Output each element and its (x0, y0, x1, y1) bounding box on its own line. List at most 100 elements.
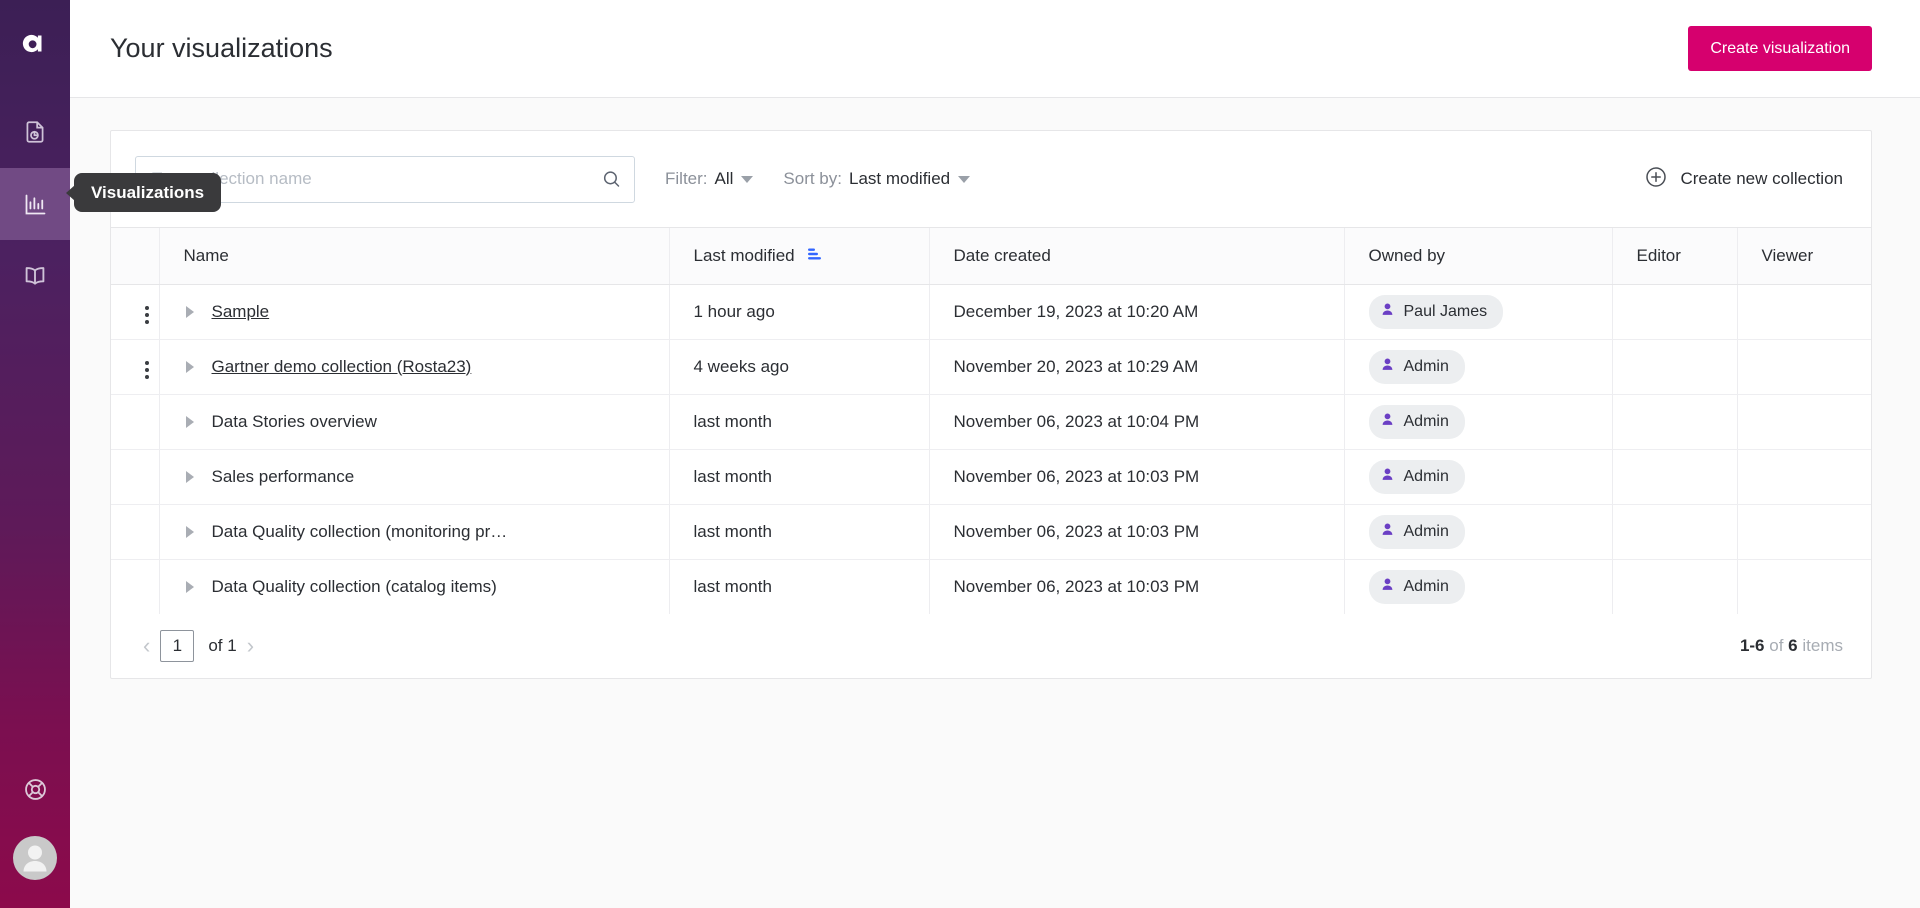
name-cell-inner: Data Quality collection (monitoring pr… (184, 522, 669, 542)
items-count: 1-6 of 6 items (1740, 636, 1843, 656)
row-actions-cell (111, 504, 159, 559)
sort-last-modified[interactable]: Last modified (694, 246, 822, 266)
row-owner-cell: Admin (1344, 559, 1612, 614)
row-name-cell: Data Quality collection (catalog items) (159, 559, 669, 614)
expand-row-icon[interactable] (186, 306, 194, 318)
row-menu-icon[interactable] (141, 357, 153, 383)
create-new-collection-button[interactable]: Create new collection (1644, 165, 1843, 194)
avatar[interactable] (13, 836, 57, 880)
header-date-created[interactable]: Date created (929, 228, 1344, 284)
table-row[interactable]: Data Quality collection (monitoring pr…l… (111, 504, 1871, 559)
sidebar-item-visualizations[interactable] (0, 168, 70, 240)
owner-chip[interactable]: Admin (1369, 570, 1465, 604)
expand-row-icon[interactable] (186, 361, 194, 373)
row-viewer (1737, 449, 1871, 504)
owner-chip[interactable]: Paul James (1369, 295, 1504, 329)
row-viewer (1737, 339, 1871, 394)
chevron-left-icon[interactable]: ‹ (133, 635, 160, 657)
items-range: 1-6 (1740, 636, 1765, 655)
expand-row-icon[interactable] (186, 581, 194, 593)
collections-card: Filter: All Sort by: Last modified (110, 130, 1872, 679)
sidebar-item-catalog[interactable] (0, 240, 70, 312)
row-menu-icon[interactable] (141, 302, 153, 328)
row-actions-cell (111, 339, 159, 394)
row-owner-cell: Admin (1344, 394, 1612, 449)
name-cell-inner: Gartner demo collection (Rosta23) (184, 357, 669, 377)
row-date-created: November 20, 2023 at 10:29 AM (929, 339, 1344, 394)
table-row[interactable]: Gartner demo collection (Rosta23)4 weeks… (111, 339, 1871, 394)
row-name[interactable]: Sales performance (212, 467, 355, 487)
chevron-down-icon (958, 176, 970, 183)
expand-row-icon[interactable] (186, 416, 194, 428)
content-area: Filter: All Sort by: Last modified (70, 98, 1920, 679)
table-row[interactable]: Data Stories overviewlast monthNovember … (111, 394, 1871, 449)
row-name[interactable]: Data Quality collection (monitoring pr… (212, 522, 508, 542)
row-date-created: November 06, 2023 at 10:04 PM (929, 394, 1344, 449)
table-header-row: Name Last modified (111, 228, 1871, 284)
owner-name: Admin (1404, 468, 1449, 486)
sidebar-item-documents[interactable] (0, 96, 70, 168)
row-name-cell: Data Stories overview (159, 394, 669, 449)
sidebar-item-help[interactable] (0, 756, 70, 828)
row-name[interactable]: Sample (212, 302, 270, 322)
row-name[interactable]: Gartner demo collection (Rosta23) (212, 357, 472, 377)
items-of-word: of (1769, 636, 1783, 655)
row-editor (1612, 559, 1737, 614)
row-date-created: November 06, 2023 at 10:03 PM (929, 559, 1344, 614)
create-visualization-button[interactable]: Create visualization (1688, 26, 1872, 72)
app-logo[interactable] (0, 0, 70, 86)
table-row[interactable]: Data Quality collection (catalog items)l… (111, 559, 1871, 614)
table-body: Sample 1 hour agoDecember 19, 2023 at 10:… (111, 284, 1871, 614)
sidebar-tooltip: Visualizations (74, 173, 221, 212)
header-viewer[interactable]: Viewer (1737, 228, 1871, 284)
filter-label: Filter: (665, 169, 708, 189)
row-date-created: December 19, 2023 at 10:20 AM (929, 284, 1344, 339)
row-editor (1612, 504, 1737, 559)
header-owned-by[interactable]: Owned by (1344, 228, 1612, 284)
header-editor[interactable]: Editor (1612, 228, 1737, 284)
sidebar-nav (0, 96, 70, 312)
row-name[interactable]: Data Stories overview (212, 412, 377, 432)
search-icon[interactable] (601, 169, 622, 190)
expand-row-icon[interactable] (186, 471, 194, 483)
row-editor (1612, 394, 1737, 449)
sort-ascending-icon (805, 246, 822, 266)
name-cell-inner: Sample (184, 302, 669, 322)
row-actions-cell (111, 449, 159, 504)
expand-row-icon[interactable] (186, 526, 194, 538)
owner-chip[interactable]: Admin (1369, 460, 1465, 494)
owner-chip[interactable]: Admin (1369, 350, 1465, 384)
page-number-input[interactable]: 1 (160, 630, 194, 662)
person-icon (1379, 576, 1396, 598)
owner-chip[interactable]: Admin (1369, 515, 1465, 549)
header-actions (111, 228, 159, 284)
row-date-created: November 06, 2023 at 10:03 PM (929, 504, 1344, 559)
row-name[interactable]: Data Quality collection (catalog items) (212, 577, 497, 597)
person-icon (1379, 521, 1396, 543)
row-name-cell: Sales performance (159, 449, 669, 504)
name-cell-inner: Sales performance (184, 467, 669, 487)
book-icon (21, 262, 49, 290)
chevron-right-icon[interactable]: › (237, 635, 264, 657)
header-last-modified[interactable]: Last modified (669, 228, 929, 284)
sidebar: Visualizations (0, 0, 70, 908)
items-total: 6 (1788, 636, 1797, 655)
filter-value: All (715, 169, 734, 189)
table-row[interactable]: Sample 1 hour agoDecember 19, 2023 at 10:… (111, 284, 1871, 339)
name-cell-inner: Data Stories overview (184, 412, 669, 432)
table-row[interactable]: Sales performancelast monthNovember 06, … (111, 449, 1871, 504)
row-owner-cell: Admin (1344, 339, 1612, 394)
page-header: Your visualizations Create visualization (70, 0, 1920, 98)
header-name[interactable]: Name (159, 228, 669, 284)
owner-chip[interactable]: Admin (1369, 405, 1465, 439)
row-actions-cell (111, 284, 159, 339)
filter-dropdown[interactable]: Filter: All (665, 169, 753, 189)
sort-dropdown[interactable]: Sort by: Last modified (783, 169, 970, 189)
row-owner-cell: Admin (1344, 449, 1612, 504)
row-owner-cell: Admin (1344, 504, 1612, 559)
row-last-modified: 1 hour ago (669, 284, 929, 339)
row-viewer (1737, 284, 1871, 339)
owner-name: Paul James (1404, 303, 1488, 321)
collections-toolbar: Filter: All Sort by: Last modified (111, 131, 1871, 228)
row-name-cell: Data Quality collection (monitoring pr… (159, 504, 669, 559)
